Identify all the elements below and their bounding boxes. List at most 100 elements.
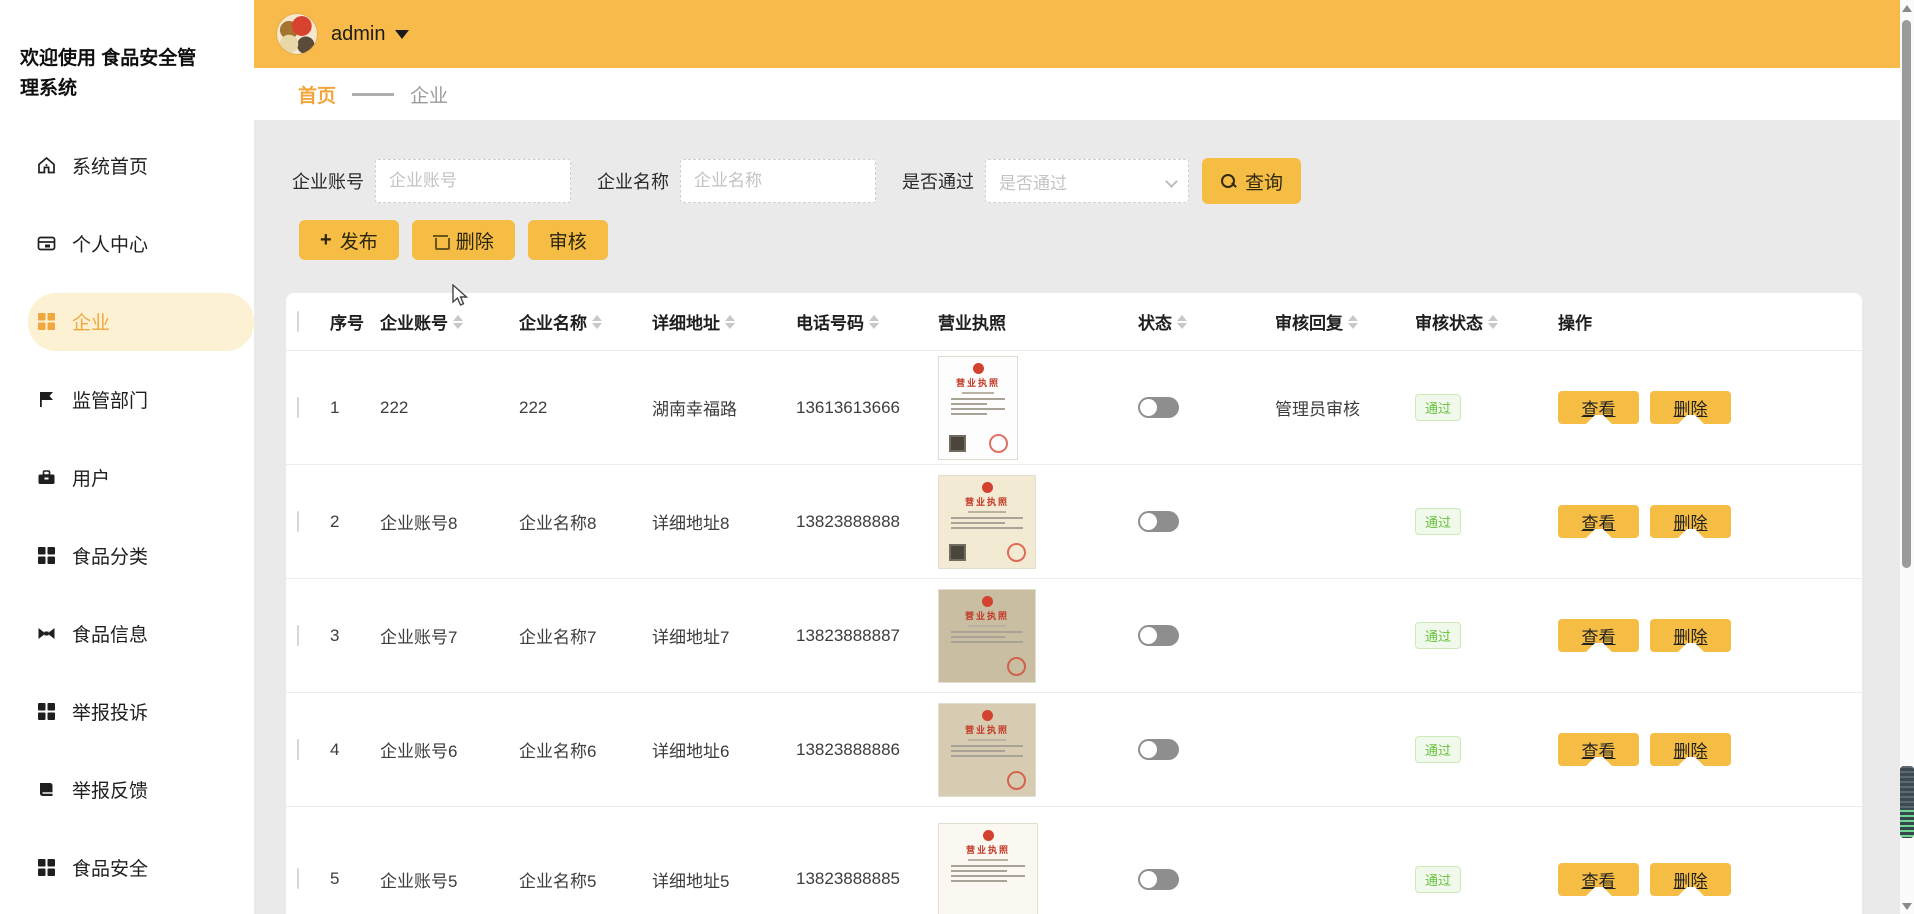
row-checkbox[interactable] — [297, 625, 299, 646]
view-button[interactable]: 查看 — [1558, 391, 1639, 424]
row-checkbox[interactable] — [297, 511, 299, 532]
red-seal — [1007, 771, 1026, 790]
avatar[interactable] — [276, 13, 318, 55]
business-license-image[interactable]: 营业执照 — [938, 823, 1038, 914]
scroll-down-arrow-icon[interactable] — [1902, 903, 1912, 910]
sort-icon[interactable] — [1488, 315, 1498, 329]
license-title: 营业执照 — [939, 609, 1035, 622]
cell-account: 企业账号8 — [380, 509, 519, 534]
sort-icon[interactable] — [1177, 315, 1187, 329]
sidebar-item-food-safety[interactable]: 食品安全 — [0, 829, 254, 907]
view-button[interactable]: 查看 — [1558, 505, 1639, 538]
cell-phone: 13613613666 — [796, 398, 938, 418]
grid-icon — [37, 858, 56, 877]
cell-address: 详细地址7 — [652, 623, 796, 648]
sort-icon[interactable] — [725, 315, 735, 329]
account-filter-input[interactable] — [375, 159, 571, 203]
business-license-image[interactable]: 营业执照 — [938, 703, 1036, 797]
row-checkbox[interactable] — [297, 868, 299, 889]
row-delete-button[interactable]: 删除 — [1650, 505, 1731, 538]
column-header-actions: 操作 — [1558, 309, 1592, 334]
grid-icon — [37, 546, 56, 565]
sort-icon[interactable] — [869, 315, 879, 329]
status-toggle[interactable] — [1138, 625, 1179, 646]
sort-icon[interactable] — [1348, 315, 1358, 329]
sort-icon[interactable] — [592, 315, 602, 329]
breadcrumb-home[interactable]: 首页 — [298, 81, 336, 108]
chevron-down-icon[interactable] — [395, 30, 409, 39]
status-toggle[interactable] — [1138, 397, 1179, 418]
sidebar-item-label: 食品分类 — [72, 542, 148, 569]
topbar: admin — [254, 0, 1902, 68]
cell-name: 企业名称6 — [519, 737, 652, 762]
red-seal — [1007, 543, 1026, 562]
pass-filter-label: 是否通过 — [902, 168, 974, 194]
row-checkbox[interactable] — [297, 397, 299, 418]
sidebar-item-food-category[interactable]: 食品分类 — [0, 517, 254, 595]
status-toggle[interactable] — [1138, 511, 1179, 532]
cell-phone: 13823888888 — [796, 512, 938, 532]
scroll-up-arrow-icon[interactable] — [1902, 5, 1912, 12]
sidebar-item-users[interactable]: 用户 — [0, 439, 254, 517]
select-all-checkbox[interactable] — [297, 311, 299, 332]
view-button[interactable]: 查看 — [1558, 733, 1639, 766]
sidebar-item-personal-center[interactable]: 个人中心 — [0, 205, 254, 283]
username[interactable]: admin — [331, 23, 385, 46]
publish-button[interactable]: + 发布 — [299, 220, 399, 260]
business-license-image[interactable]: 营业执照 — [938, 589, 1036, 683]
row-checkbox[interactable] — [297, 739, 299, 760]
content: 企业账号 企业名称 是否通过 是否通过 查询 + 发布 — [254, 120, 1902, 914]
chevron-down-icon — [1165, 175, 1178, 188]
delete-button[interactable]: 删除 — [412, 220, 515, 260]
license-title: 营业执照 — [939, 843, 1037, 856]
status-badge: 通过 — [1415, 394, 1461, 421]
column-header-name: 企业名称 — [519, 309, 587, 334]
sidebar: 欢迎使用 食品安全管理系统 系统首页 个人中心 企业 — [0, 0, 254, 914]
row-delete-button[interactable]: 删除 — [1650, 619, 1731, 652]
red-seal — [1007, 657, 1026, 676]
column-header-status: 状态 — [1138, 309, 1172, 334]
sidebar-item-food-info[interactable]: 食品信息 — [0, 595, 254, 673]
cell-index: 3 — [330, 626, 380, 646]
search-button-label: 查询 — [1245, 168, 1283, 195]
sidebar-item-enterprise[interactable]: 企业 — [28, 293, 254, 351]
breadcrumb-current: 企业 — [410, 81, 448, 108]
row-delete-button[interactable]: 删除 — [1650, 863, 1731, 896]
business-license-image[interactable]: 营业执照 — [938, 475, 1036, 569]
cell-address: 湖南幸福路 — [652, 395, 796, 420]
pass-filter-select[interactable]: 是否通过 — [985, 159, 1189, 203]
sidebar-item-label: 食品信息 — [72, 620, 148, 647]
sort-icon[interactable] — [453, 315, 463, 329]
status-toggle[interactable] — [1138, 739, 1179, 760]
column-header-account: 企业账号 — [380, 309, 448, 334]
cell-name: 企业名称5 — [519, 867, 652, 892]
cell-account: 企业账号5 — [380, 867, 519, 892]
business-license-image[interactable]: 营业执照 — [938, 356, 1018, 460]
scrollbar-minimap[interactable] — [1900, 766, 1914, 838]
flag-icon — [37, 390, 56, 409]
name-filter-input[interactable] — [680, 159, 876, 203]
sidebar-item-label: 企业 — [72, 308, 110, 335]
column-header-phone: 电话号码 — [796, 309, 864, 334]
status-toggle[interactable] — [1138, 869, 1179, 890]
table-row: 1 222 222 湖南幸福路 13613613666 营业执照 管理员审核 通… — [286, 350, 1862, 464]
breadcrumb: 首页 企业 — [254, 68, 1902, 120]
grid-icon — [37, 702, 56, 721]
bowtie-icon — [37, 624, 56, 643]
sidebar-item-report-feedback[interactable]: 举报反馈 — [0, 751, 254, 829]
sidebar-item-regulators[interactable]: 监管部门 — [0, 361, 254, 439]
audit-button[interactable]: 审核 — [528, 220, 608, 260]
cell-name: 222 — [519, 398, 652, 418]
search-button[interactable]: 查询 — [1202, 158, 1301, 204]
sidebar-item-label: 举报投诉 — [72, 698, 148, 725]
view-button[interactable]: 查看 — [1558, 619, 1639, 652]
view-button[interactable]: 查看 — [1558, 863, 1639, 896]
row-delete-button[interactable]: 删除 — [1650, 733, 1731, 766]
sidebar-item-system-home[interactable]: 系统首页 — [0, 127, 254, 205]
row-delete-button[interactable]: 删除 — [1650, 391, 1731, 424]
scrollbar-thumb[interactable] — [1902, 20, 1911, 568]
cell-review-reply: 管理员审核 — [1275, 395, 1415, 420]
name-filter-label: 企业名称 — [597, 168, 669, 194]
sidebar-item-label: 个人中心 — [72, 230, 148, 257]
sidebar-item-report-complaint[interactable]: 举报投诉 — [0, 673, 254, 751]
